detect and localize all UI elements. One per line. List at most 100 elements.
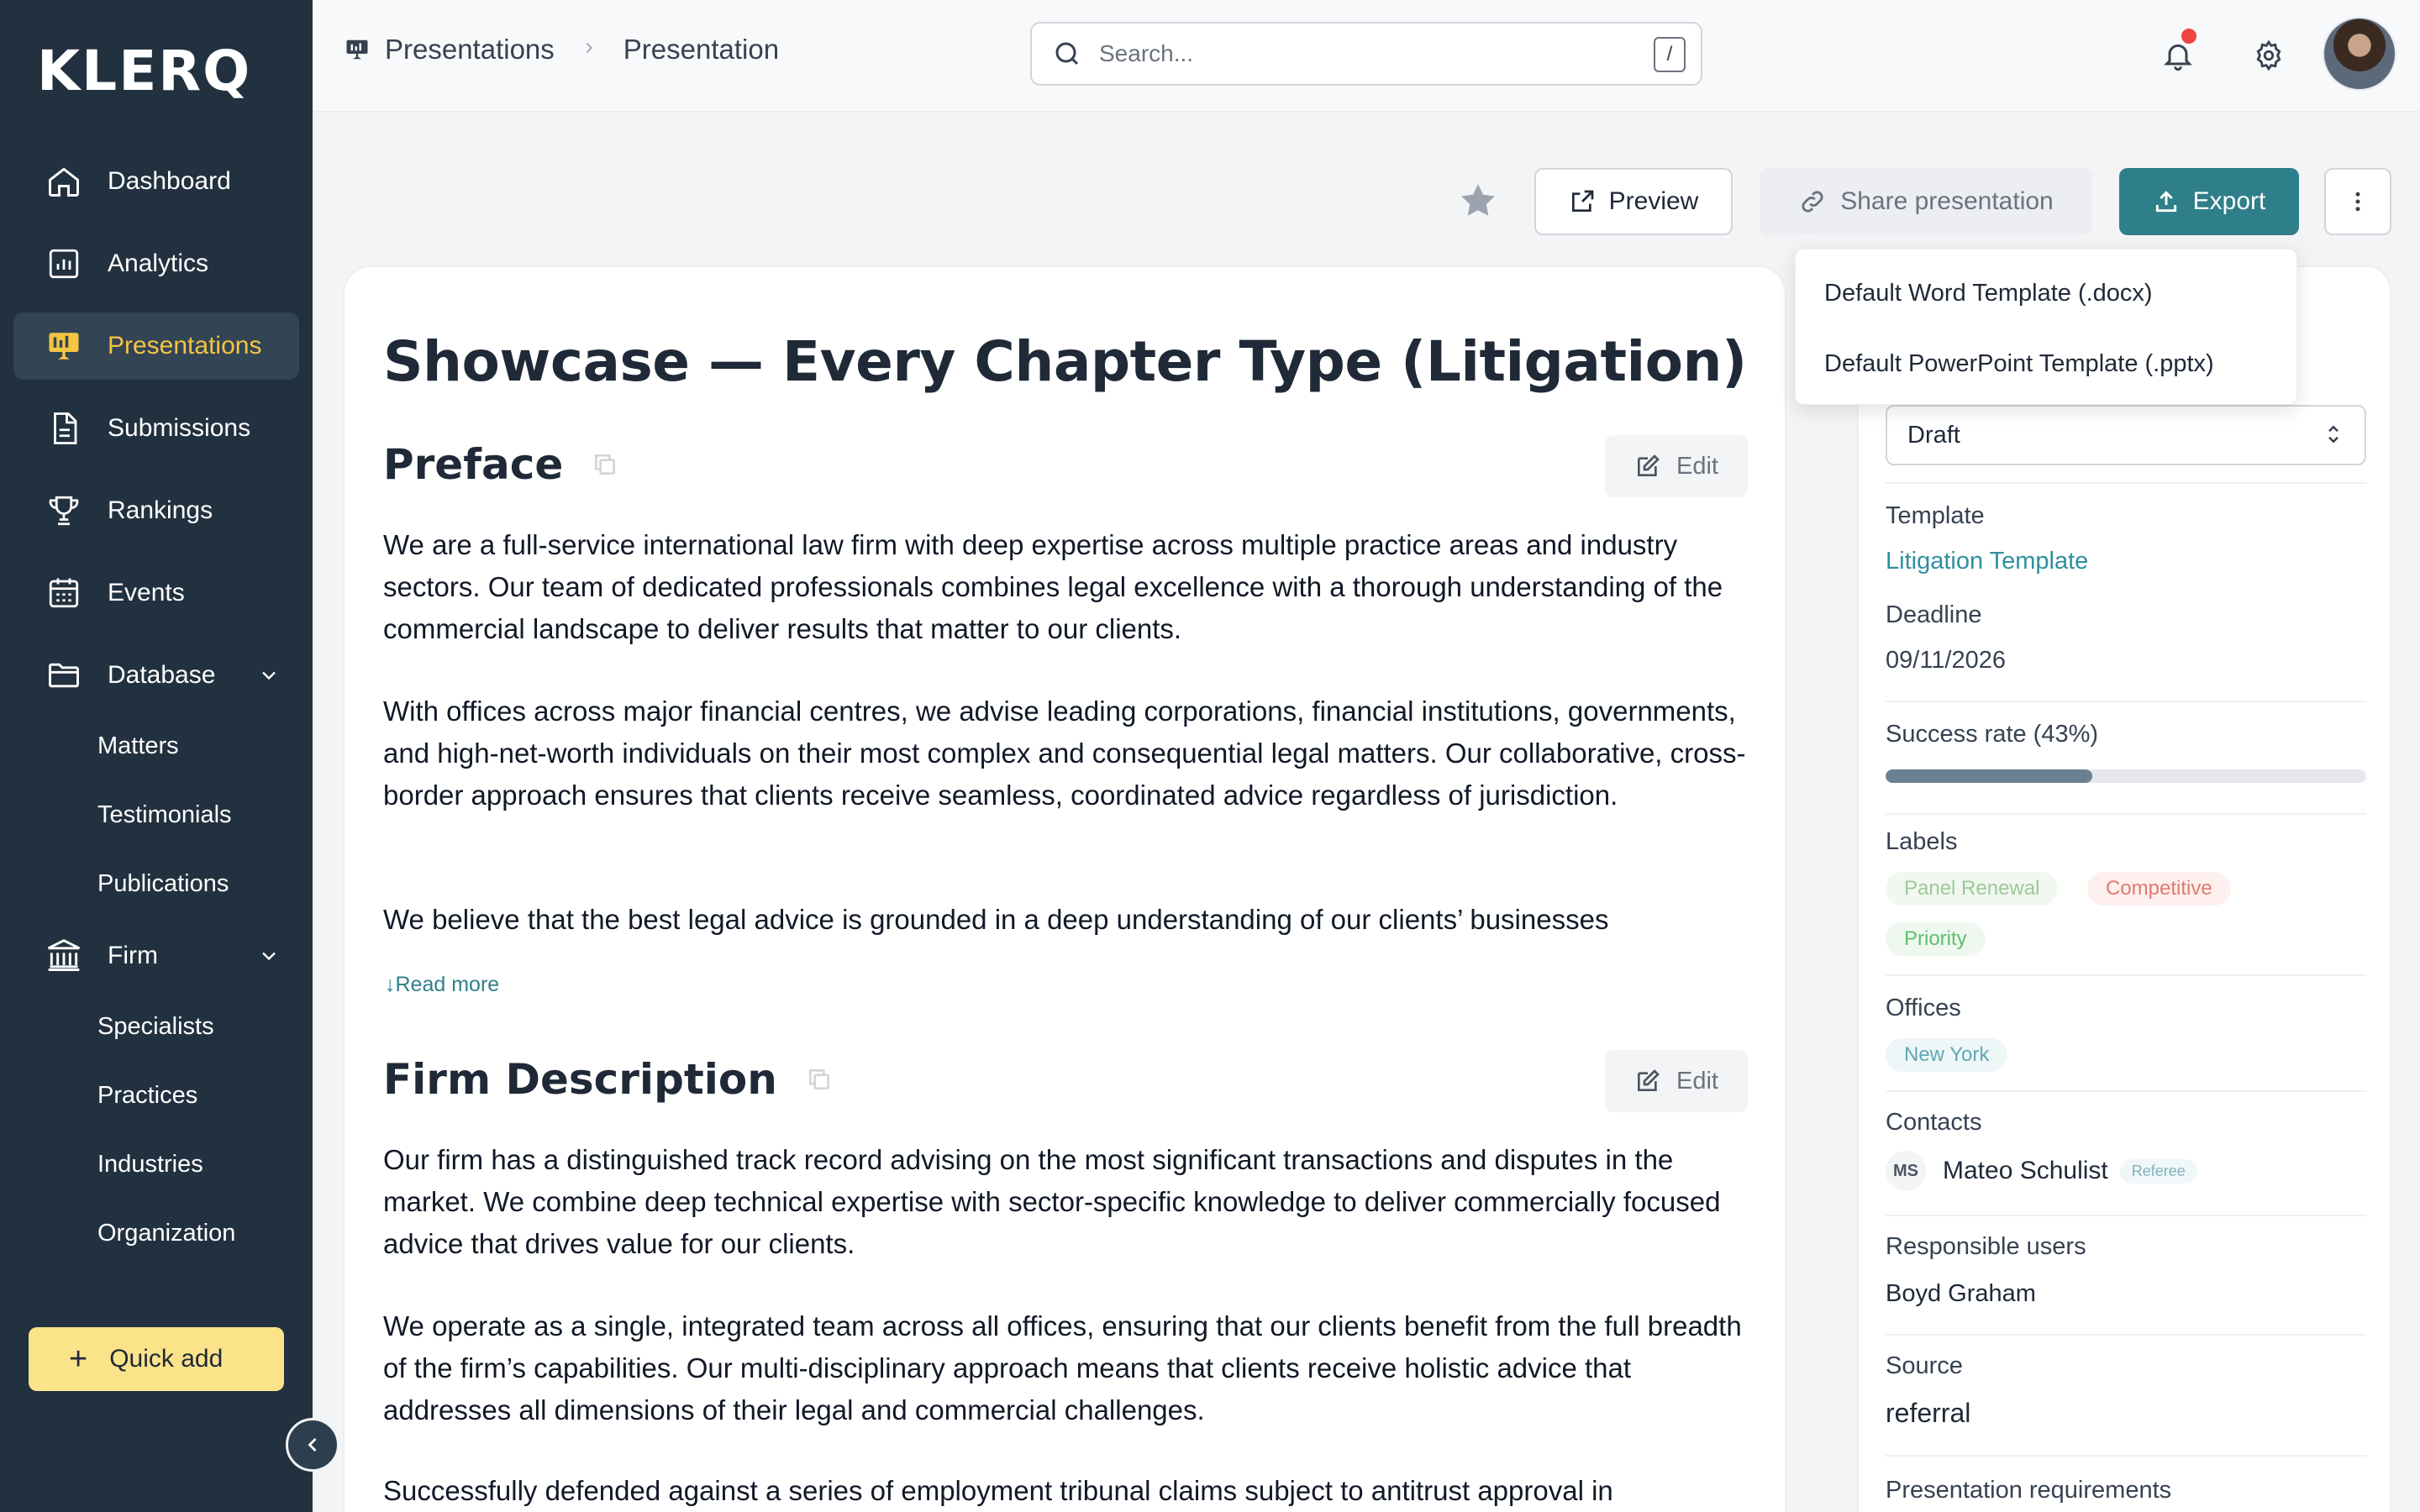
chevron-down-icon — [257, 664, 281, 694]
edit-label: Edit — [1676, 452, 1718, 480]
section-title-firm-description: Firm Description — [383, 1055, 833, 1104]
preface-paragraph: We believe that the best legal advice is… — [383, 904, 1609, 935]
deadline-value: 09/11/2026 — [1886, 647, 2006, 674]
section-heading: Preface — [383, 440, 564, 489]
label-tag-panel-renewal[interactable]: Panel Renewal — [1886, 872, 2059, 906]
sidebar-item-label: Database — [108, 661, 216, 689]
preview-button[interactable]: Preview — [1534, 168, 1733, 235]
edit-icon — [1634, 1068, 1661, 1095]
sidebar-subitem-matters[interactable]: Matters — [13, 716, 299, 776]
sidebar-item-dashboard[interactable]: Dashboard — [13, 148, 299, 215]
sidebar-subitem-testimonials[interactable]: Testimonials — [13, 785, 299, 845]
chart-icon — [45, 245, 82, 282]
sidebar: KLERQ Dashboard Analytics Presentations … — [0, 0, 313, 1512]
sidebar-item-label: Firm — [108, 942, 158, 969]
favorite-star-icon[interactable] — [1457, 180, 1499, 226]
export-word-template-option[interactable]: Default Word Template (.docx) — [1796, 258, 2296, 328]
contact-item[interactable]: MS Mateo Schulist Referee — [1886, 1151, 2197, 1191]
section-title-preface: Preface — [383, 440, 618, 489]
status-select[interactable]: Draft — [1886, 405, 2366, 465]
app-logo[interactable]: KLERQ — [37, 39, 251, 103]
sidebar-item-firm[interactable]: Firm — [13, 922, 299, 990]
sidebar-item-events[interactable]: Events — [13, 559, 299, 627]
export-label: Export — [2192, 187, 2266, 215]
search-box[interactable]: / — [1030, 22, 1702, 86]
label-tag-priority[interactable]: Priority — [1886, 922, 1986, 956]
quick-add-button[interactable]: + Quick add — [29, 1327, 284, 1391]
calendar-icon — [45, 575, 82, 612]
sidebar-item-label: Dashboard — [108, 167, 231, 195]
responsible-user-value: Boyd Graham — [1886, 1280, 2036, 1307]
chevron-down-icon — [257, 944, 281, 974]
more-vertical-icon — [2345, 189, 2370, 214]
sidebar-subitem-industries[interactable]: Industries — [13, 1134, 299, 1194]
contacts-label: Contacts — [1886, 1109, 1982, 1136]
source-label: Source — [1886, 1352, 1963, 1379]
details-panel: Draft Template Litigation Template Deadl… — [1857, 265, 2391, 1512]
sidebar-nav: Dashboard Analytics Presentations Submis… — [13, 148, 299, 1272]
edit-icon — [1634, 453, 1661, 480]
office-tag[interactable]: New York — [1886, 1038, 2008, 1072]
divider — [1886, 1455, 2366, 1457]
sidebar-subitem-practices[interactable]: Practices — [13, 1065, 299, 1126]
section-heading: Firm Description — [383, 1055, 777, 1104]
folder-icon — [45, 657, 82, 694]
firm-description-paragraph: We operate as a single, integrated team … — [383, 1310, 1742, 1425]
search-input[interactable] — [1099, 40, 1637, 67]
success-rate-bar — [1886, 769, 2366, 783]
divider — [1886, 1215, 2366, 1216]
document-title: Showcase — Every Chapter Type (Litigatio… — [383, 329, 1747, 394]
sidebar-item-label: Events — [108, 579, 185, 606]
sidebar-item-presentations[interactable]: Presentations — [13, 312, 299, 380]
quick-add-label: Quick add — [109, 1345, 224, 1373]
export-dropdown-menu: Default Word Template (.docx) Default Po… — [1795, 249, 2297, 405]
firm-description-paragraph: Our firm has a distinguished track recor… — [383, 1144, 1721, 1259]
divider — [1886, 974, 2366, 976]
presentation-icon — [345, 37, 370, 62]
settings-button[interactable] — [2245, 32, 2292, 79]
breadcrumb-presentations[interactable]: Presentations — [385, 34, 555, 66]
sidebar-item-submissions[interactable]: Submissions — [13, 395, 299, 462]
upload-icon — [2153, 188, 2180, 215]
read-more-link[interactable]: ↓Read more — [385, 973, 499, 997]
breadcrumb-current: Presentation — [623, 34, 780, 65]
share-label: Share presentation — [1840, 187, 2054, 215]
notifications-button[interactable] — [2154, 29, 2202, 79]
search-shortcut-key: / — [1654, 37, 1686, 72]
bell-icon — [2161, 39, 2195, 72]
divider — [1886, 1334, 2366, 1336]
sidebar-item-database[interactable]: Database — [13, 642, 299, 709]
divider — [1886, 482, 2366, 484]
collapse-sidebar-button[interactable] — [286, 1418, 339, 1472]
sidebar-subitem-publications[interactable]: Publications — [13, 853, 299, 914]
labels-label: Labels — [1886, 828, 1958, 855]
sidebar-subitem-specialists[interactable]: Specialists — [13, 996, 299, 1057]
sidebar-item-rankings[interactable]: Rankings — [13, 477, 299, 544]
gear-icon — [2253, 39, 2285, 71]
breadcrumb-chevron-icon — [580, 36, 598, 63]
label-tag-competitive[interactable]: Competitive — [2087, 872, 2231, 906]
sidebar-item-label: Analytics — [108, 249, 209, 277]
sidebar-item-analytics[interactable]: Analytics — [13, 230, 299, 297]
preface-paragraph: We are a full-service international law … — [383, 529, 1723, 644]
presentation-icon — [45, 328, 82, 365]
edit-preface-button[interactable]: Edit — [1605, 435, 1748, 497]
export-button[interactable]: Export — [2119, 168, 2299, 235]
link-icon — [1798, 187, 1827, 216]
copy-icon[interactable] — [592, 451, 618, 478]
edit-label: Edit — [1676, 1067, 1718, 1095]
notification-dot — [2181, 29, 2196, 44]
status-value: Draft — [1907, 421, 1960, 449]
more-options-button[interactable] — [2324, 168, 2391, 235]
user-avatar[interactable] — [2323, 17, 2396, 91]
offices-label: Offices — [1886, 995, 1961, 1021]
export-powerpoint-template-option[interactable]: Default PowerPoint Template (.pptx) — [1796, 328, 2296, 399]
source-value: referral — [1886, 1398, 1971, 1428]
divider — [1886, 1090, 2366, 1092]
template-link[interactable]: Litigation Template — [1886, 548, 2088, 575]
edit-firm-description-button[interactable]: Edit — [1605, 1050, 1748, 1112]
share-presentation-button[interactable]: Share presentation — [1760, 168, 2092, 235]
copy-icon[interactable] — [806, 1066, 833, 1093]
divider — [1886, 701, 2366, 702]
sidebar-subitem-organization[interactable]: Organization — [13, 1203, 299, 1263]
